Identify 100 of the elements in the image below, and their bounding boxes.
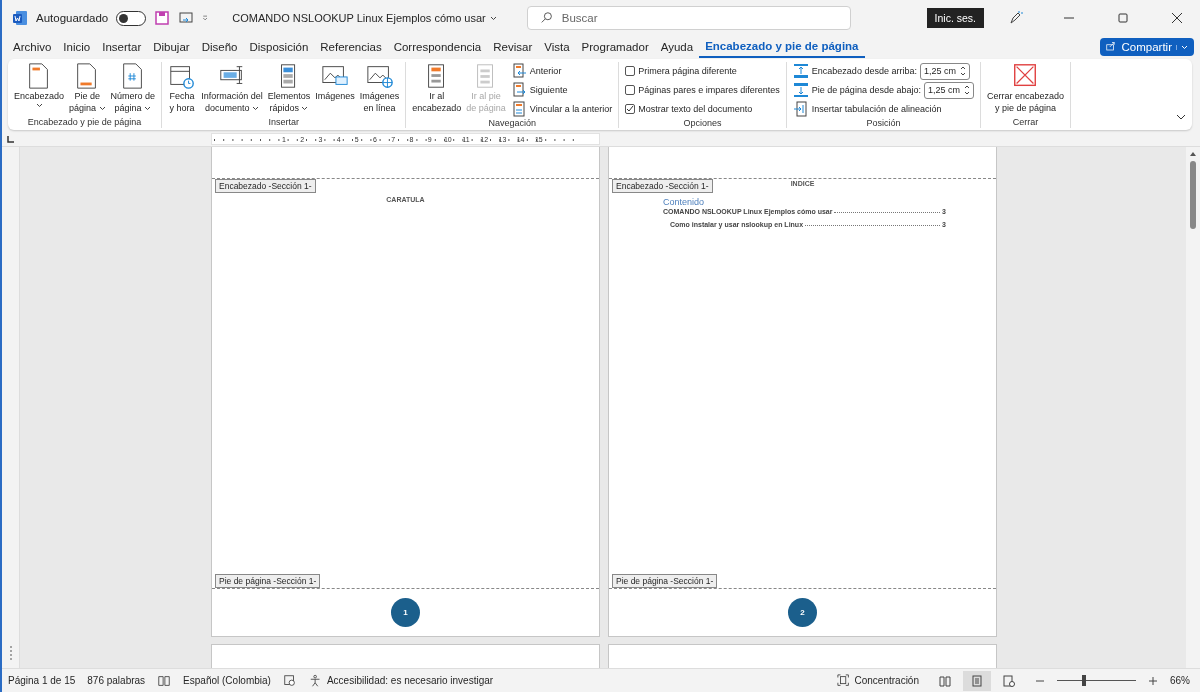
ribbon-tab[interactable]: Disposición — [243, 37, 315, 57]
header-position-icon — [792, 63, 809, 79]
page-count[interactable]: Página 1 de 15 — [8, 675, 76, 686]
minimize-icon — [1064, 17, 1074, 19]
checkbox-option[interactable]: Primera página diferente — [623, 62, 782, 80]
ribbon-tab[interactable]: Insertar — [96, 37, 148, 57]
language[interactable]: Español (Colombia) — [183, 675, 271, 686]
page-number: 2 — [788, 598, 817, 627]
ribbon-button[interactable]: Anterior — [508, 62, 615, 80]
ribbon-tab[interactable]: Archivo — [7, 37, 58, 57]
autosave-label: Autoguardado — [36, 12, 109, 24]
group-label: Navegación — [487, 118, 537, 129]
autosave-toggle[interactable] — [116, 10, 147, 26]
tab-stop-icon — [7, 134, 15, 143]
share-icon — [1105, 41, 1118, 53]
spinner-field[interactable]: 1,25 cm — [919, 62, 970, 80]
web-page-icon — [1003, 674, 1015, 687]
ribbon-button[interactable]: Insertar tabulación de alineación — [790, 100, 976, 118]
save-icon — [154, 10, 171, 26]
ribbon-tab[interactable]: Vista — [538, 37, 576, 57]
sign-in-button[interactable]: Inic. ses. — [926, 8, 984, 28]
book-icon — [939, 674, 951, 687]
ribbon-tab[interactable]: Correspondencia — [387, 37, 488, 57]
page-icon — [971, 674, 983, 687]
ribbon-tab[interactable]: Referencias — [314, 37, 388, 57]
checkbox[interactable] — [625, 104, 636, 114]
focus-icon — [836, 673, 851, 688]
close-icon — [1169, 10, 1185, 26]
checkbox[interactable] — [625, 66, 636, 76]
toc-heading: Contenido — [663, 197, 705, 207]
ribbon-tab[interactable]: Programador — [575, 37, 655, 57]
ribbon-button[interactable]: Imágenes en línea — [357, 62, 402, 117]
next-icon — [510, 82, 527, 98]
word-logo-icon — [12, 10, 28, 26]
settings-icon — [282, 673, 297, 688]
search-field[interactable]: Buscar — [526, 6, 851, 30]
spin-arrows-icon[interactable] — [959, 65, 966, 77]
chevron-down-icon — [144, 106, 152, 111]
zoom-thumb[interactable] — [1081, 675, 1086, 686]
scrollbar-thumb[interactable] — [1190, 161, 1196, 229]
ribbon-button[interactable]: Pie de página — [67, 62, 108, 117]
group-label: Insertar — [267, 117, 300, 128]
group-label: Opciones — [682, 118, 723, 129]
zoom-level[interactable]: 66% — [1170, 675, 1190, 686]
checkbox-option[interactable]: Mostrar texto del documento — [623, 100, 782, 118]
ribbon-button[interactable]: Vincular a la anterior — [508, 100, 615, 118]
ribbon-tab[interactable]: Ayuda — [654, 37, 700, 57]
chevron-down-icon — [251, 106, 259, 111]
checkbox-option[interactable]: Páginas pares e impares diferentes — [623, 81, 782, 99]
chevron-down-icon — [301, 106, 309, 111]
footer-tag: Pie de página -Sección 1- — [612, 574, 718, 588]
ribbon-tab[interactable]: Encabezado y pie de página — [699, 36, 865, 58]
footer-tag: Pie de página -Sección 1- — [215, 574, 321, 588]
header-tag: Encabezado -Sección 1- — [215, 179, 316, 193]
link-icon — [510, 101, 527, 117]
ribbon-button[interactable]: Siguiente — [508, 81, 615, 99]
spin-arrows-icon[interactable] — [963, 84, 970, 96]
spinner-label: Encabezado desde arriba: — [811, 66, 917, 76]
group-label: Encabezado y pie de página — [26, 117, 143, 128]
present-icon — [178, 10, 195, 26]
ribbon-button[interactable]: Número de página — [108, 62, 158, 117]
scroll-up-icon — [1189, 151, 1197, 157]
group-label: Cerrar — [1011, 117, 1040, 128]
ribbon-button[interactable]: Ir al encabezado — [410, 62, 464, 118]
ribbon-button[interactable]: Encabezado — [12, 62, 67, 117]
chevron-down-icon — [489, 15, 497, 21]
chevron-down-icon — [98, 106, 106, 111]
book-icon — [157, 673, 172, 688]
previous-icon — [510, 63, 527, 79]
pen-icon — [1007, 10, 1023, 26]
ribbon-tab[interactable]: Dibujar — [147, 37, 196, 57]
share-button[interactable]: Compartir — [1099, 38, 1194, 56]
view-button[interactable] — [963, 670, 991, 691]
ribbon-button[interactable]: Imágenes — [313, 62, 357, 117]
page-number: 1 — [391, 598, 420, 627]
maximize-icon — [1115, 10, 1131, 26]
accessibility-status[interactable]: Accesibilidad: es necesario investigar — [308, 673, 494, 688]
chevron-down-icon[interactable] — [1181, 44, 1188, 50]
ribbon-tab[interactable]: Inicio — [57, 37, 97, 57]
checkbox[interactable] — [625, 85, 636, 95]
focus-button[interactable]: Concentración — [836, 673, 919, 688]
ribbon-button[interactable]: Elementos rápidos — [265, 62, 313, 117]
group-label: Posición — [865, 118, 902, 129]
spinner-field[interactable]: 1,25 cm — [923, 81, 974, 99]
chevron-down-icon — [35, 103, 43, 108]
footer-position-icon — [792, 82, 809, 98]
ribbon-tab[interactable]: Revisar — [487, 37, 539, 57]
vertical-ruler-icon — [8, 646, 13, 662]
ribbon-button[interactable]: Fecha y hora — [166, 62, 199, 117]
alignment-tab-icon — [792, 101, 809, 117]
spinner-label: Pie de página desde abajo: — [811, 85, 921, 95]
word-count[interactable]: 876 palabras — [87, 675, 146, 686]
document-title[interactable]: COMANDO NSLOOKUP Linux Ejemplos cómo usar — [232, 12, 497, 24]
search-icon — [539, 11, 554, 25]
header-tag: Encabezado -Sección 1- — [612, 179, 713, 193]
ribbon-button[interactable]: Cerrar encabezado y pie de página — [984, 62, 1066, 117]
ribbon-tab[interactable]: Diseño — [195, 37, 244, 57]
chevron-down-icon — [1176, 113, 1186, 121]
accessibility-icon — [308, 673, 323, 688]
ribbon-button[interactable]: Información del documento — [199, 62, 265, 117]
